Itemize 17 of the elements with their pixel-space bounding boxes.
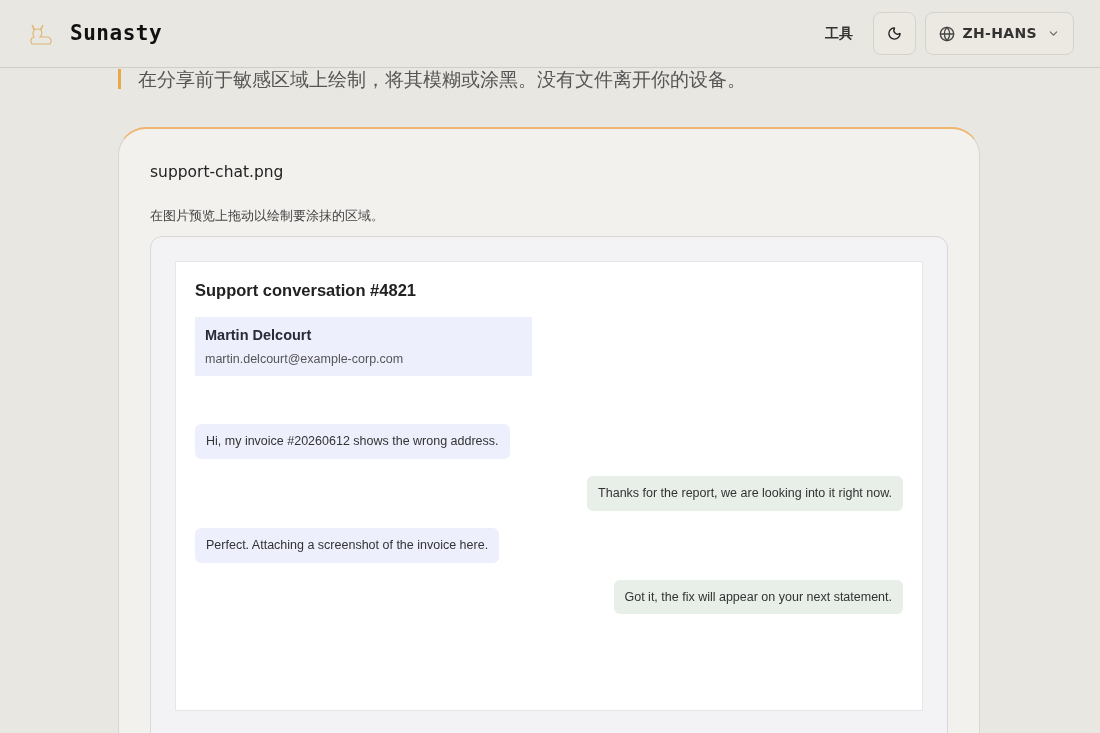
chat-message: Got it, the fix will appear on your next statement. [613, 579, 903, 615]
language-selector[interactable]: ZH-HANS [924, 12, 1074, 55]
moon-icon [886, 26, 902, 41]
conversation-title: Support conversation #4821 [195, 280, 417, 301]
chat-message: Perfect. Attaching a screenshot of the invoice here. [195, 527, 500, 563]
contact-name: Martin Delcourt [205, 325, 313, 345]
globe-icon [938, 25, 955, 42]
chat-message: Thanks for the report, we are looking into it right now. [587, 476, 903, 511]
intro-text: 在分享前于敏感区域上绘制，将其模糊或涂黑。没有文件离开你的设备。 [138, 69, 746, 89]
tools-link[interactable]: 工具 [824, 23, 853, 44]
contact-email: martin.delcourt@example-corp.com [205, 350, 405, 368]
chat-message: Hi, my invoice #20260612 shows the wrong address. [195, 424, 510, 459]
brand-name[interactable]: Sunasty [70, 17, 163, 50]
drawing-hint: 在图片预览上拖动以绘制要涂抹的区域。 [150, 207, 385, 226]
accent-bar [118, 69, 121, 89]
theme-toggle-button[interactable] [872, 12, 916, 55]
file-name: support-chat.png [150, 162, 285, 183]
